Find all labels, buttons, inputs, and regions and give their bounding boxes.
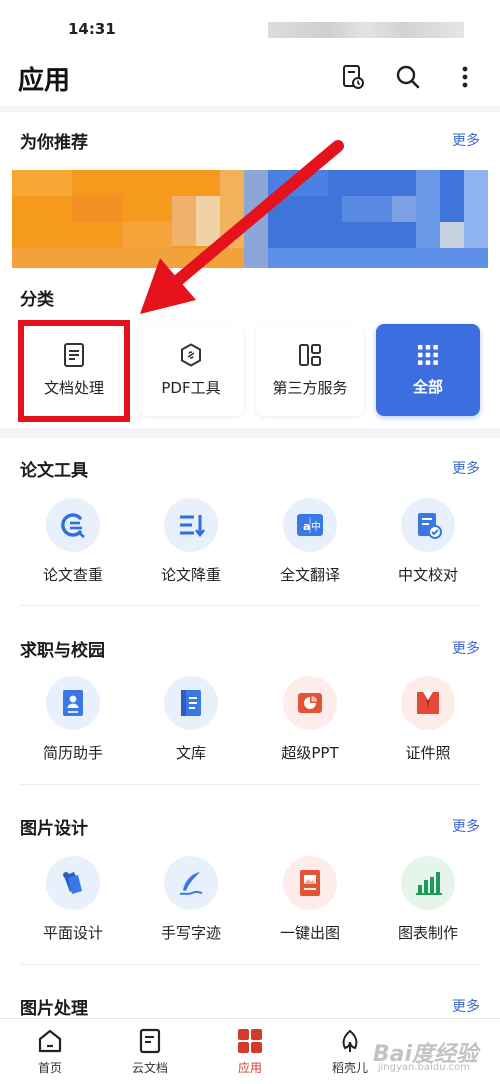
annotation-arrow: [140, 140, 344, 314]
